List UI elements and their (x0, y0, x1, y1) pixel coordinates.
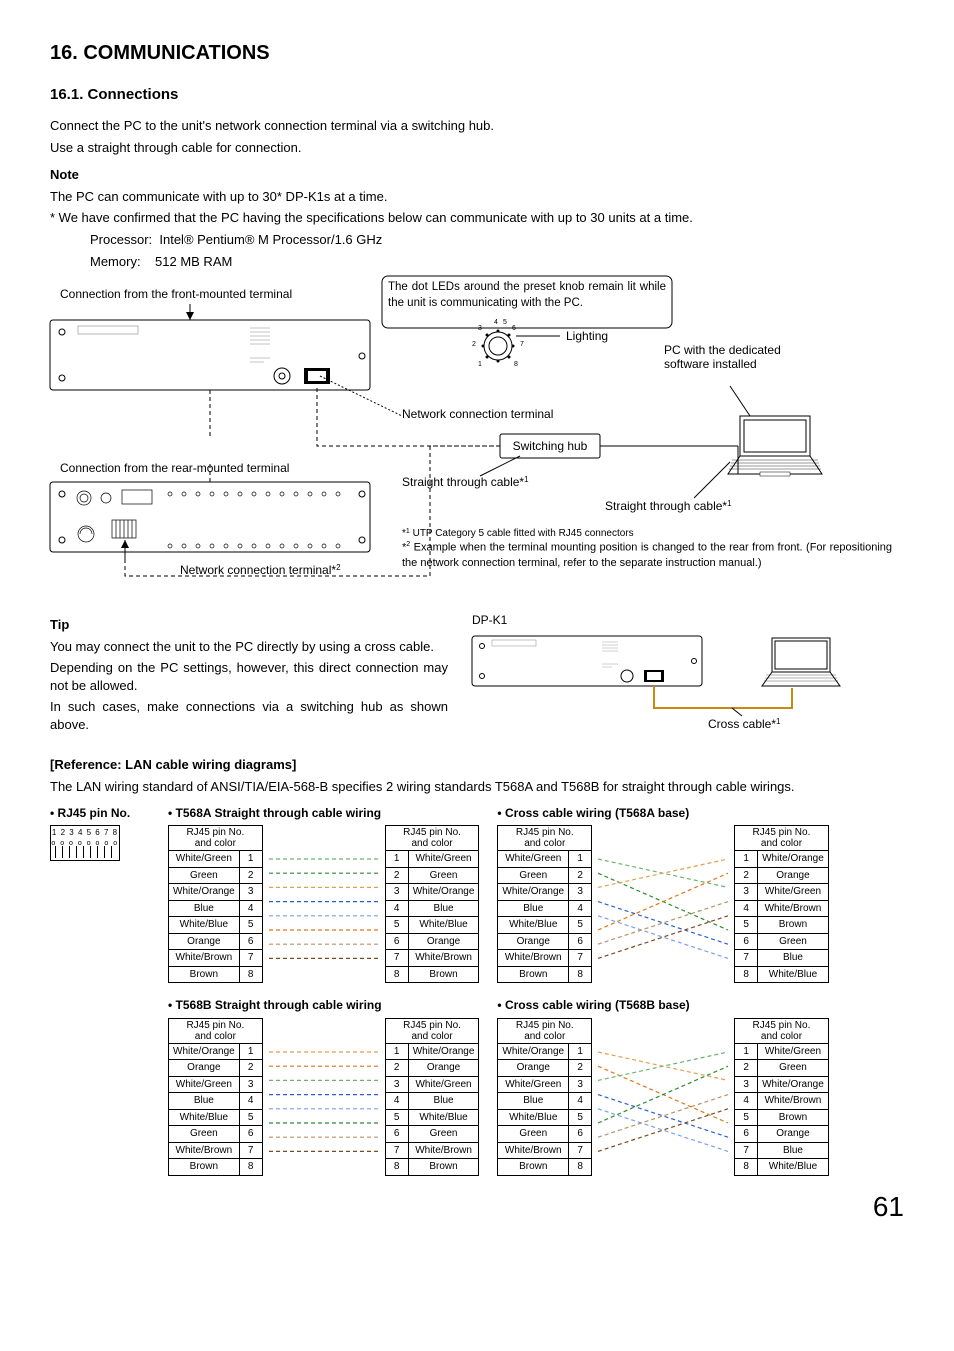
svg-text:PC with the dedicatedsoftware: PC with the dedicatedsoftware installed (664, 343, 781, 371)
crossA-title: • Cross cable wiring (T568A base) (497, 805, 828, 821)
svg-text:Connection from the rear-mount: Connection from the rear-mounted termina… (60, 461, 289, 475)
svg-text:Straight through cable*1: Straight through cable*1 (605, 499, 732, 513)
svg-text:6: 6 (512, 325, 516, 332)
svg-text:4: 4 (494, 319, 498, 326)
intro-line: Connect the PC to the unit's network con… (50, 117, 904, 135)
svg-text:Connection from the front-moun: Connection from the front-mounted termin… (60, 287, 292, 301)
tip-label: Tip (50, 616, 448, 634)
led-note: The dot LEDs around the preset knob rema… (388, 280, 666, 311)
page-number: 61 (50, 1188, 904, 1226)
svg-text:3: 3 (478, 325, 482, 332)
crossB-wiring: RJ45 pin No.and colorWhite/Orange1Orange… (497, 1018, 828, 1176)
svg-text:8: 8 (514, 361, 518, 368)
svg-text:Switching hub: Switching hub (513, 439, 588, 453)
svg-text:Network connection terminal*2: Network connection terminal*2 (180, 563, 341, 577)
section-heading: 16.1. Connections (50, 85, 904, 105)
svg-text:*1 UTP Category 5 cable fitted: *1 UTP Category 5 cable fitted with RJ45… (402, 528, 634, 539)
diagram-footnote: *2 Example when the terminal mounting po… (402, 540, 892, 570)
rj45-connector-icon: 1 2 3 4 5 6 7 8 o o o o o o o o (50, 825, 120, 861)
t568a-wiring: RJ45 pin No.and colorWhite/Green1Green2W… (168, 825, 479, 983)
t568b-wiring: RJ45 pin No.and colorWhite/Orange1Orange… (168, 1018, 479, 1176)
spec-line: Processor: Intel® Pentium® M Processor/1… (90, 231, 904, 249)
t568b-title: • T568B Straight through cable wiring (168, 997, 479, 1013)
t568a-title: • T568A Straight through cable wiring (168, 805, 479, 821)
svg-text:Lighting: Lighting (566, 329, 608, 343)
note-line: The PC can communicate with up to 30* DP… (50, 188, 904, 206)
dpk1-label: DP-K1 (472, 612, 904, 628)
svg-text:7: 7 (520, 341, 524, 348)
svg-text:Network connection terminal: Network connection terminal (402, 407, 553, 421)
rj45-title: • RJ45 pin No. (50, 805, 150, 821)
note-line: * We have confirmed that the PC having t… (50, 209, 904, 227)
svg-text:1: 1 (478, 361, 482, 368)
tip-line: Depending on the PC settings, however, t… (50, 659, 448, 694)
intro-line: Use a straight through cable for connect… (50, 139, 904, 157)
reference-heading: [Reference: LAN cable wiring diagrams] (50, 756, 904, 774)
reference-text: The LAN wiring standard of ANSI/TIA/EIA-… (50, 778, 904, 796)
svg-text:Straight through cable*1: Straight through cable*1 (402, 475, 529, 489)
svg-text:Cross cable*1: Cross cable*1 (708, 717, 781, 731)
note-label: Note (50, 166, 904, 184)
tip-diagram: Cross cable*1 (472, 628, 902, 738)
tip-line: You may connect the unit to the PC direc… (50, 638, 448, 656)
page-heading: 16. COMMUNICATIONS (50, 40, 904, 67)
crossA-wiring: RJ45 pin No.and colorWhite/Green1Green2W… (497, 825, 828, 983)
crossB-title: • Cross cable wiring (T568B base) (497, 997, 828, 1013)
svg-text:5: 5 (503, 319, 507, 326)
tip-line: In such cases, make connections via a sw… (50, 698, 448, 733)
spec-line: Memory: 512 MB RAM (90, 253, 904, 271)
svg-text:2: 2 (472, 341, 476, 348)
